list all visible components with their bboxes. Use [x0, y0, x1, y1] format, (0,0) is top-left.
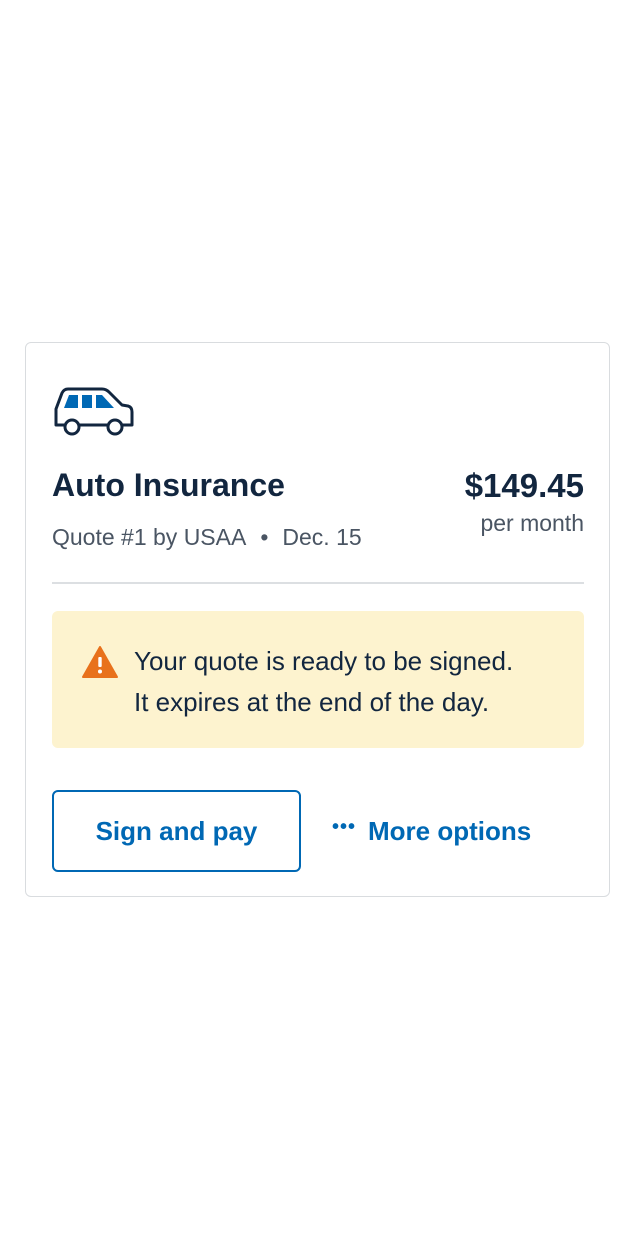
alert-line-2: It expires at the end of the day. — [134, 687, 490, 717]
price-amount: $149.45 — [464, 467, 584, 504]
more-options-label: More options — [368, 815, 532, 846]
divider — [52, 582, 584, 584]
meta-separator: • — [260, 524, 269, 550]
price-period: per month — [480, 510, 584, 536]
quote-date: Dec. 15 — [282, 524, 362, 550]
quote-meta: Quote #1 by USAA • Dec. 15 — [52, 524, 362, 551]
sign-and-pay-button[interactable]: Sign and pay — [52, 790, 301, 872]
product-title: Auto Insurance — [52, 467, 285, 503]
quote-card: Auto Insurance Quote #1 by USAA • Dec. 15 … — [25, 342, 610, 897]
alert-line-1: Your quote is ready to be signed. — [134, 646, 514, 676]
quote-label: Quote #1 by USAA — [52, 524, 247, 550]
warning-icon — [82, 646, 118, 678]
alert-message: Your quote is ready to be signed. It exp… — [134, 641, 513, 723]
expiry-alert: Your quote is ready to be signed. It exp… — [52, 611, 584, 748]
car-icon — [54, 387, 134, 436]
ellipsis-icon: ••• — [332, 815, 357, 838]
more-options-link[interactable]: ••• More options — [332, 790, 531, 872]
